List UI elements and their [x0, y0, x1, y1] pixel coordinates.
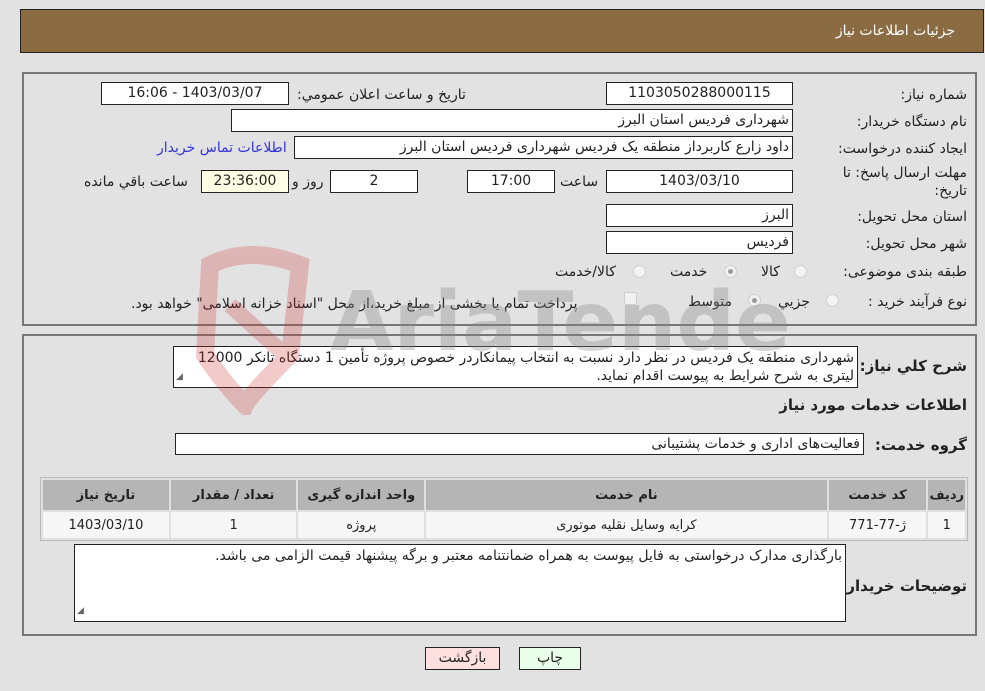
requester-label: ایجاد کننده درخواست: — [838, 141, 967, 157]
col-header-quantity: تعداد / مقدار — [170, 480, 297, 510]
deadline-time-label: ساعت — [560, 174, 599, 190]
category-radio-goods[interactable] — [794, 265, 807, 278]
col-header-service-name: نام خدمت — [426, 480, 827, 510]
cell-quantity: 1 — [170, 512, 297, 538]
service-group-field: فعالیت‌های اداری و خدمات پشتیبانی — [175, 433, 864, 455]
buyer-org-field: شهرداری فردیس استان البرز — [231, 109, 793, 132]
purchase-type-option-medium: متوسط — [688, 294, 732, 310]
table-header-row: ردیف کد خدمت نام خدمت واحد اندازه گیری ت… — [43, 480, 965, 510]
announce-datetime-label: تاریخ و ساعت اعلان عمومي: — [297, 87, 466, 103]
category-option-service: خدمت — [670, 264, 708, 280]
cell-unit: پروژه — [298, 512, 425, 538]
purchase-type-option-minor: جزيي — [778, 294, 810, 310]
days-label: روز و — [292, 174, 324, 190]
description-textarea[interactable]: شهرداری منطقه یک فردیس در نظر دارد نسبت … — [173, 346, 858, 388]
services-table: ردیف کد خدمت نام خدمت واحد اندازه گیری ت… — [40, 477, 968, 541]
buyer-notes-text: بارگذاری مدارک درخواستی به فایل پیوست به… — [215, 548, 842, 564]
buyer-org-label: نام دستگاه خریدار: — [856, 114, 967, 130]
category-radio-goods-service[interactable] — [633, 265, 646, 278]
cell-service-name: کرایه وسایل نقلیه موتوری — [426, 512, 827, 538]
category-option-goods-service: کالا/خدمت — [555, 264, 616, 280]
deadline-date-field: 1403/03/10 — [606, 170, 793, 193]
remaining-time-field: 23:36:00 — [201, 170, 289, 193]
col-header-row-number: ردیف — [928, 480, 965, 510]
table-row: 1 ژ-77-771 کرایه وسایل نقلیه موتوری پروژ… — [43, 512, 965, 538]
deadline-time-field: 17:00 — [467, 170, 555, 193]
category-option-goods: کالا — [761, 264, 780, 280]
resize-grip-icon[interactable]: ◢ — [176, 368, 183, 386]
treasury-checkbox[interactable] — [624, 292, 637, 305]
deadline-label-date: تاریخ: — [934, 183, 967, 199]
description-label: شرح کلي نیاز: — [859, 357, 967, 375]
delivery-province-field: البرز — [606, 204, 793, 227]
page-header: جزئیات اطلاعات نیاز — [20, 9, 984, 53]
buyer-contact-link[interactable]: اطلاعات تماس خریدار — [157, 140, 287, 156]
need-number-field: 1103050288000115 — [606, 82, 793, 105]
back-button[interactable]: بازگشت — [425, 647, 500, 670]
deadline-label: مهلت ارسال پاسخ: تا — [842, 165, 967, 181]
print-button[interactable]: چاپ — [519, 647, 581, 670]
delivery-city-field: فردیس — [606, 231, 793, 254]
col-header-need-date: تاریخ نیاز — [43, 480, 169, 510]
buyer-notes-label: توضیحات خریدار: — [840, 577, 967, 595]
delivery-province-label: استان محل تحویل: — [857, 209, 967, 225]
treasury-checkbox-label: پرداخت تمام یا بخشی از مبلغ خرید،از محل … — [131, 296, 578, 312]
purchase-type-radio-medium[interactable] — [748, 294, 761, 307]
purchase-type-radio-minor[interactable] — [826, 294, 839, 307]
resize-grip-icon[interactable]: ◢ — [77, 602, 84, 620]
col-header-unit: واحد اندازه گیری — [298, 480, 425, 510]
category-label: طبقه بندی موضوعی: — [843, 264, 967, 280]
cell-service-code: ژ-77-771 — [828, 512, 927, 538]
description-text: شهرداری منطقه یک فردیس در نظر دارد نسبت … — [197, 350, 854, 384]
service-group-label: گروه خدمت: — [874, 436, 967, 454]
col-header-service-code: کد خدمت — [828, 480, 927, 510]
delivery-city-label: شهر محل تحویل: — [865, 236, 967, 252]
services-section-title: اطلاعات خدمات مورد نیاز — [779, 396, 967, 414]
page-title: جزئیات اطلاعات نیاز — [835, 23, 955, 39]
remaining-days-field: 2 — [330, 170, 418, 193]
cell-row-number: 1 — [928, 512, 965, 538]
need-number-label: شماره نیاز: — [900, 87, 968, 103]
category-radio-service[interactable] — [724, 265, 737, 278]
announce-datetime-field: 1403/03/07 - 16:06 — [101, 82, 289, 105]
cell-need-date: 1403/03/10 — [43, 512, 169, 538]
purchase-type-label: نوع فرآیند خرید : — [868, 294, 967, 310]
requester-field: داود زارع کاربرداز منطقه یک فردیس شهردار… — [294, 136, 793, 159]
remaining-time-label: ساعت باقي مانده — [84, 174, 188, 190]
buyer-notes-textarea[interactable]: بارگذاری مدارک درخواستی به فایل پیوست به… — [74, 544, 846, 622]
